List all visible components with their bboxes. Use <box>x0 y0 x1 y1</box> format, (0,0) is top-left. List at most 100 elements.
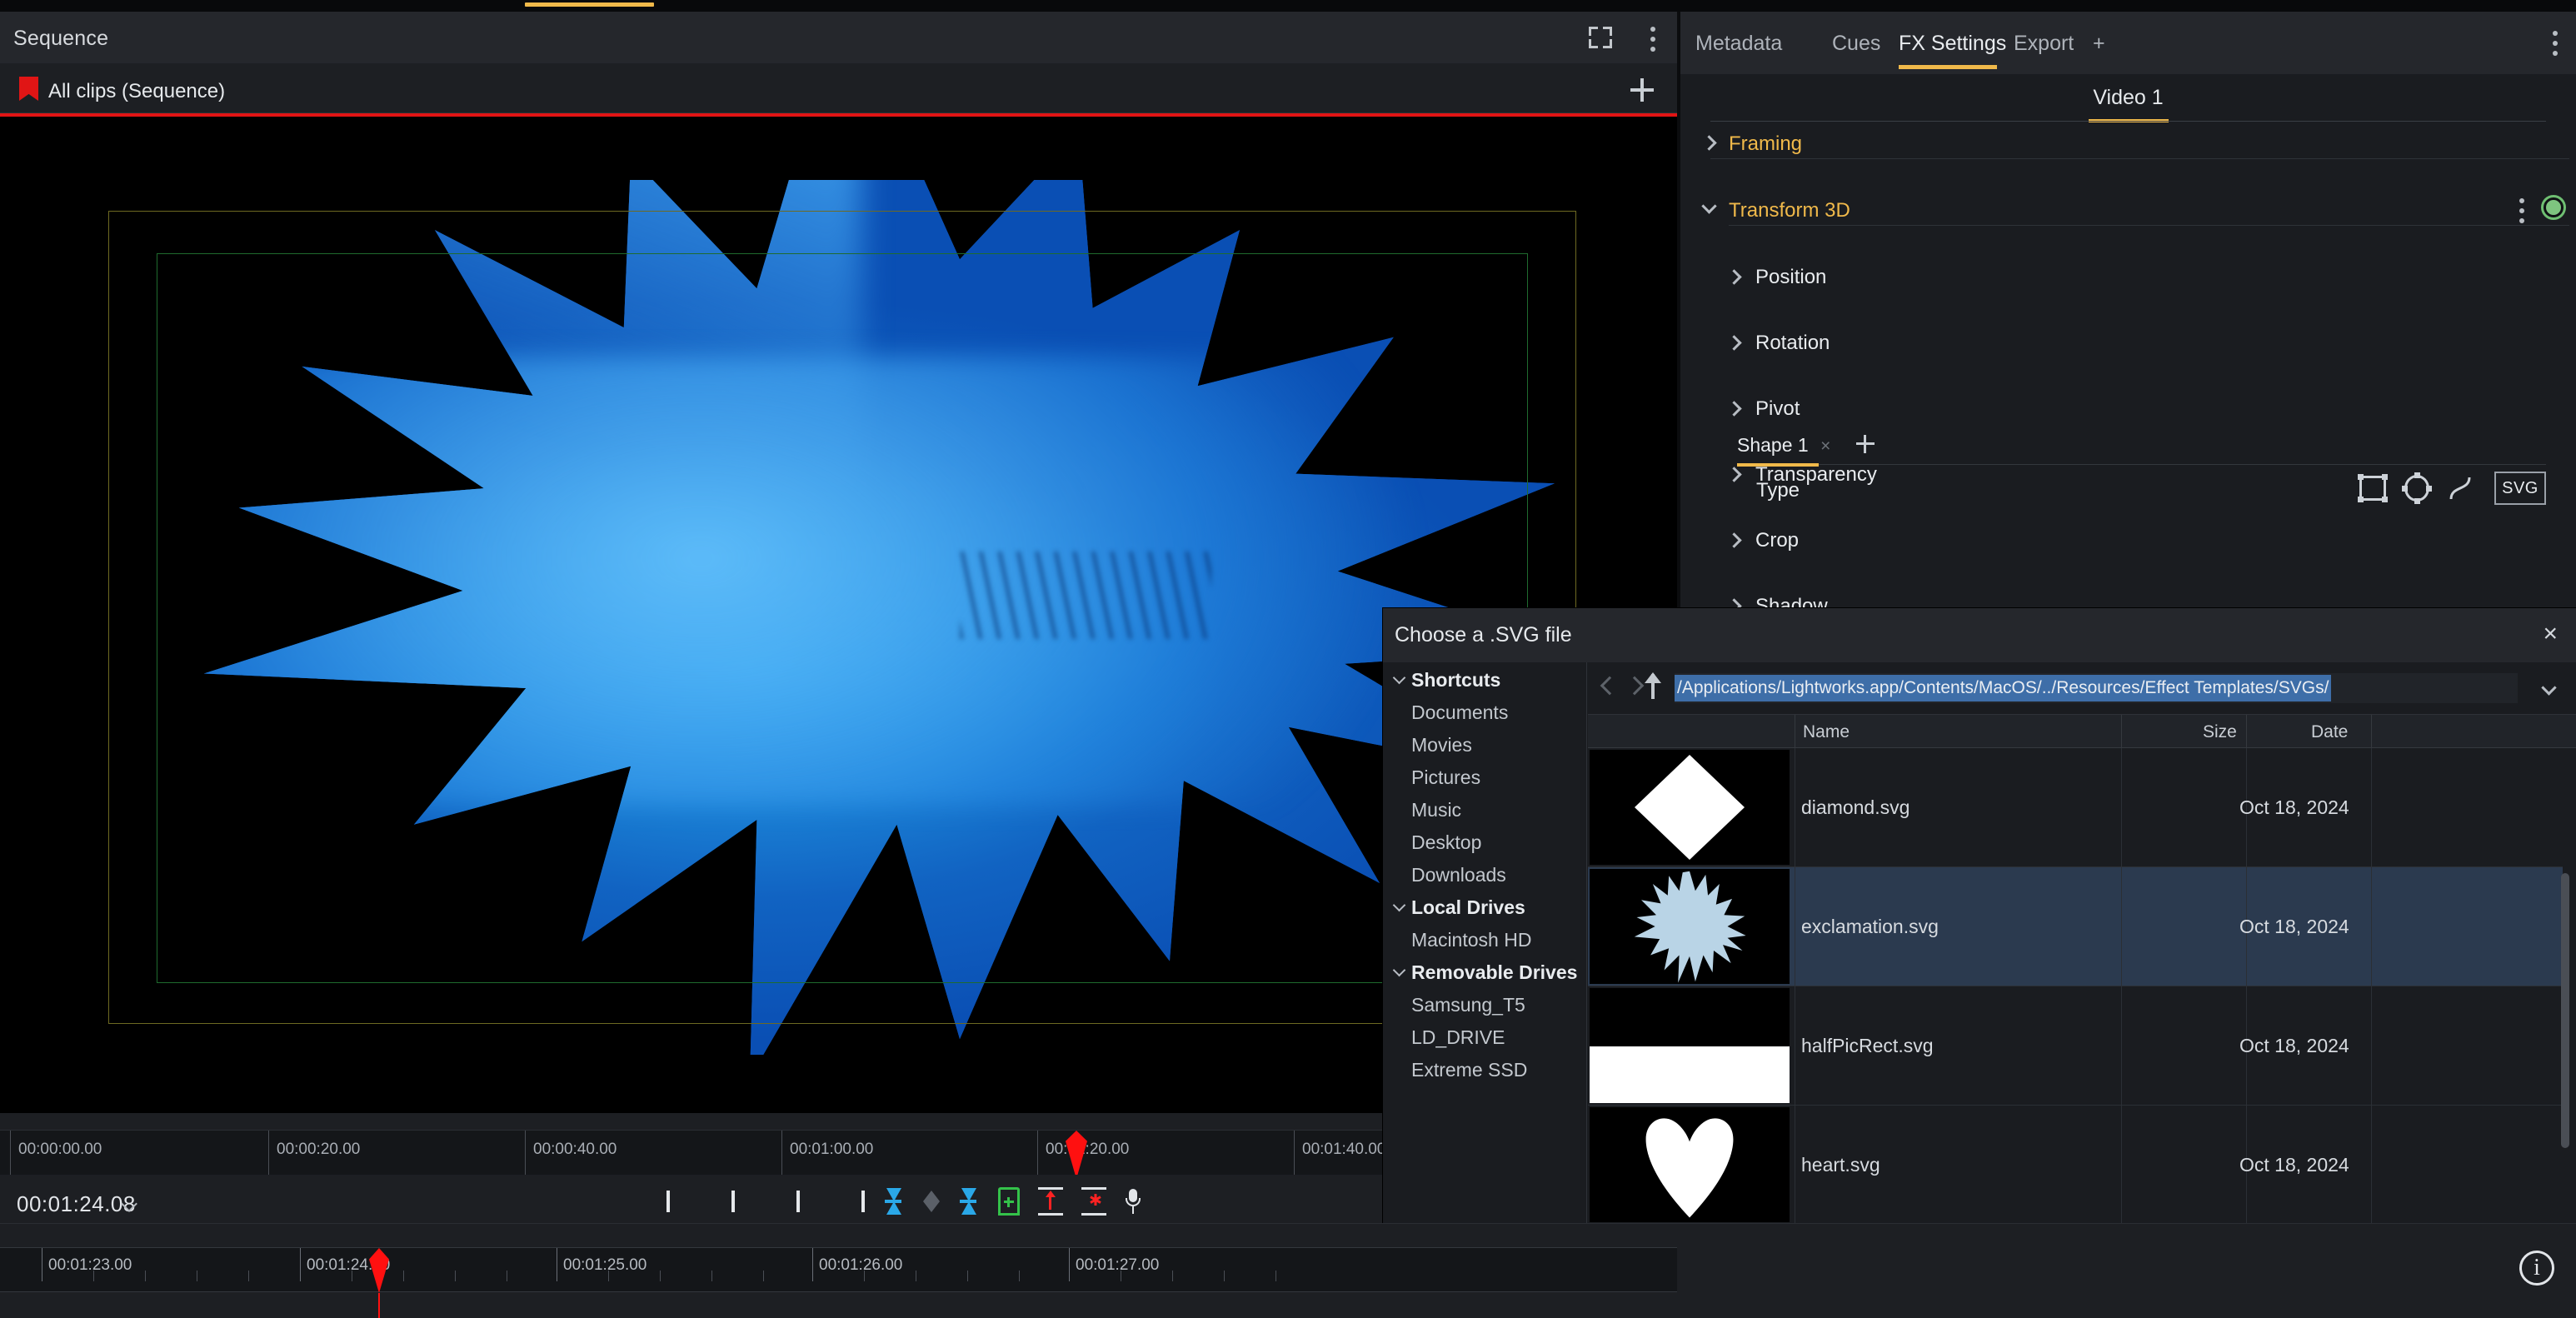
table-row[interactable]: exclamation.svg Oct 18, 2024 <box>1588 867 2563 986</box>
sidebar-item-label: Pictures <box>1411 766 1481 788</box>
group-framing[interactable]: Framing <box>1680 126 2576 159</box>
group-transform-3d[interactable]: Transform 3D <box>1680 159 2576 226</box>
tab-metadata[interactable]: Metadata <box>1695 32 1782 56</box>
table-row[interactable]: diamond.svg Oct 18, 2024 <box>1588 748 2563 867</box>
top-strip <box>0 0 2576 12</box>
file-list-header: Name Size Date <box>1588 715 2576 748</box>
add-tab-button[interactable]: + <box>2093 32 2105 56</box>
delete-marker-button[interactable]: ✱ <box>1081 1187 1106 1216</box>
fx-kebab-menu-icon[interactable] <box>2552 31 2558 56</box>
play-button[interactable] <box>753 1187 778 1216</box>
sidebar-item-macintosh-hd[interactable]: Macintosh HD <box>1383 922 1586 955</box>
tab-cues[interactable]: Cues <box>1832 32 1880 56</box>
forward-icon[interactable] <box>1625 676 1645 696</box>
sidebar-item-documents[interactable]: Documents <box>1383 695 1586 727</box>
sidebar-item-extreme-ssd[interactable]: Extreme SSD <box>1383 1052 1586 1085</box>
ruler-tick-label: 00:00:00.00 <box>18 1141 102 1158</box>
ruler-tick-label: 00:00:20.00 <box>277 1141 361 1158</box>
column-header-date[interactable]: Date <box>2311 722 2348 742</box>
add-clip-button[interactable] <box>1630 78 1654 102</box>
mask-shape-tab[interactable]: Shape 1 × <box>1737 434 1830 457</box>
sidebar-item-movies[interactable]: Movies <box>1383 727 1586 760</box>
rectangle-mask-icon[interactable] <box>2358 474 2388 502</box>
chevron-down-icon[interactable] <box>2541 680 2557 696</box>
all-clips-row[interactable]: All clips (Sequence) <box>0 63 1677 113</box>
tab-export[interactable]: Export <box>2014 32 2074 56</box>
info-icon[interactable]: i <box>2519 1251 2554 1286</box>
column-header-name[interactable]: Name <box>1803 722 1850 742</box>
file-date: Oct 18, 2024 <box>2239 916 2349 937</box>
sidebar-group-local-drives[interactable]: Local Drives <box>1383 890 1586 922</box>
step-back-button[interactable] <box>710 1187 735 1216</box>
table-row[interactable]: halfPicRect.svg Oct 18, 2024 <box>1588 986 2563 1106</box>
sidebar-item-desktop[interactable]: Desktop <box>1383 825 1586 857</box>
sidebar-item-music[interactable]: Music <box>1383 792 1586 825</box>
step-forward-button[interactable] <box>796 1187 821 1216</box>
sidebar-item-label: LD_DRIVE <box>1411 1026 1505 1048</box>
go-to-end-button[interactable] <box>840 1187 865 1216</box>
mark-in-button[interactable] <box>883 1186 905 1216</box>
scrollbar-thumb[interactable] <box>2561 873 2569 1148</box>
mark-out-button[interactable] <box>958 1186 980 1216</box>
mask-tab-rule <box>1737 464 2546 465</box>
chevron-down-icon[interactable] <box>1392 671 1406 685</box>
path-bar: /Applications/Lightworks.app/Contents/Ma… <box>1588 662 2576 714</box>
tab-fx-settings[interactable]: FX Settings <box>1899 32 2006 56</box>
file-name: diamond.svg <box>1801 796 1910 818</box>
table-row[interactable]: heart.svg Oct 18, 2024 <box>1588 1106 2563 1225</box>
column-header-size[interactable]: Size <box>2203 722 2237 742</box>
bezier-mask-icon[interactable] <box>2448 474 2476 502</box>
fx-tab-bar: Metadata Cues FX Settings Export + <box>1680 12 2576 74</box>
close-icon[interactable]: × <box>1820 437 1830 456</box>
path-input[interactable]: /Applications/Lightworks.app/Contents/Ma… <box>1675 673 2518 703</box>
lift-marker-button[interactable] <box>1038 1187 1063 1216</box>
child-crop-label: Crop <box>1755 529 1800 552</box>
timeline-tick-label: 00:01:26.00 <box>819 1256 903 1274</box>
file-rows: diamond.svg Oct 18, 2024 exclamation.svg… <box>1588 748 2563 1240</box>
child-crop[interactable]: Crop <box>1680 326 2576 552</box>
file-list-scrollbar[interactable] <box>2561 748 2573 1240</box>
sidebar-item-label: Music <box>1411 799 1462 821</box>
voiceover-mic-button[interactable] <box>1125 1187 1141 1216</box>
back-icon[interactable] <box>1600 676 1620 696</box>
timeline-tick-label: 00:01:25.00 <box>563 1256 647 1274</box>
mask-shape-label: Shape 1 <box>1737 434 1809 456</box>
sidebar-group-shortcuts[interactable]: Shortcuts <box>1383 662 1586 695</box>
ellipse-mask-icon[interactable] <box>2402 472 2432 504</box>
child-position[interactable]: Position <box>1680 192 2576 288</box>
child-rotation[interactable]: Rotation <box>1680 226 2576 354</box>
up-icon[interactable] <box>1645 672 1661 699</box>
fullscreen-icon[interactable] <box>1589 27 1612 48</box>
keyframe-diamond-icon[interactable] <box>923 1191 940 1212</box>
timeline-ruler[interactable]: 00:01:23.00 00:01:24.00 00:01:25.00 00:0… <box>0 1247 1677 1318</box>
sidebar-item-samsung-t5[interactable]: Samsung_T5 <box>1383 987 1586 1020</box>
child-mask[interactable]: Mask <box>1680 392 2576 683</box>
page-title: Sequence <box>13 27 109 50</box>
active-tab-accent <box>525 2 654 7</box>
child-shadow[interactable]: Shadow <box>1680 359 2576 617</box>
sidebar-group-removable-drives[interactable]: Removable Drives <box>1383 955 1586 987</box>
close-icon[interactable]: × <box>2543 620 2558 648</box>
child-pivot[interactable]: Pivot <box>1680 259 2576 420</box>
sidebar-item-label: Movies <box>1411 734 1472 756</box>
sidebar-item-label: Extreme SSD <box>1411 1059 1528 1081</box>
svg-mask-button[interactable]: SVG <box>2494 472 2546 505</box>
add-keyframe-button[interactable] <box>998 1187 1020 1216</box>
child-transparency[interactable]: Transparency <box>1680 292 2576 486</box>
kebab-menu-icon[interactable] <box>1650 27 1655 52</box>
current-timecode[interactable]: 00:01:24.08 <box>17 1191 136 1217</box>
add-mask-shape-button[interactable] <box>1856 435 1875 453</box>
chevron-right-icon[interactable] <box>1726 532 1742 548</box>
path-text: /Applications/Lightworks.app/Contents/Ma… <box>1675 675 2332 701</box>
chevron-down-icon[interactable] <box>1392 898 1406 912</box>
sidebar-item-label: Documents <box>1411 701 1509 723</box>
chevron-down-icon[interactable] <box>1392 963 1406 977</box>
chevron-right-icon[interactable] <box>1701 135 1717 151</box>
ruler-tick-label: 00:01:20.00 <box>1046 1141 1130 1158</box>
sidebar-item-ld-drive[interactable]: LD_DRIVE <box>1383 1020 1586 1052</box>
sidebar-item-downloads[interactable]: Downloads <box>1383 857 1586 890</box>
go-to-start-button[interactable] <box>666 1187 691 1216</box>
ruler-tick-label: 00:00:40.00 <box>533 1141 617 1158</box>
sidebar-item-label: Shortcuts <box>1411 669 1501 691</box>
sidebar-item-pictures[interactable]: Pictures <box>1383 760 1586 792</box>
